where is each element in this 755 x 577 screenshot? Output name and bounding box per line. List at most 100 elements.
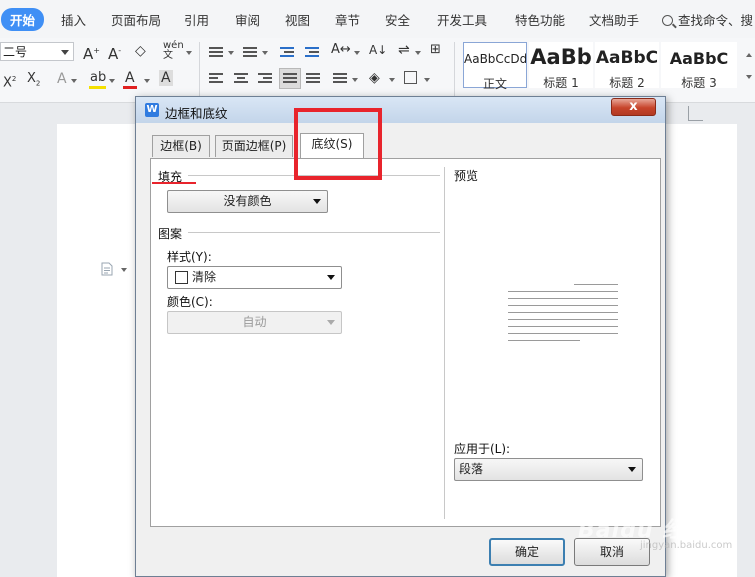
menu-tab-doc-assistant[interactable]: 文档助手 — [589, 10, 639, 29]
style-normal[interactable]: AaBbCcDd 正文 — [463, 42, 527, 91]
justify-icon — [283, 72, 297, 84]
preview-line — [508, 340, 580, 341]
shrink-font-icon[interactable]: A- — [108, 43, 121, 62]
style-label: 正文 — [482, 77, 507, 91]
preview-line — [508, 291, 618, 292]
pattern-section-label: 图案 — [158, 227, 183, 241]
menu-tab-references[interactable]: 引用 — [184, 10, 209, 29]
distribute-icon[interactable] — [306, 72, 320, 84]
command-search[interactable]: 查找命令、搜 — [662, 10, 753, 29]
paragraph-shading-icon[interactable]: ◈ — [369, 70, 380, 86]
tab-page-borders[interactable]: 页面边框(P) — [215, 135, 293, 157]
chevron-down-icon[interactable] — [186, 51, 192, 55]
chevron-down-icon[interactable] — [746, 75, 752, 79]
chevron-down-icon[interactable] — [228, 51, 234, 55]
pattern-color-label: 颜色(C): — [167, 295, 213, 309]
chevron-down-icon[interactable] — [389, 78, 395, 82]
text-direction-icon[interactable]: A↔ — [331, 42, 351, 58]
line-tools-icon[interactable]: ⇌ — [398, 42, 410, 58]
fill-color-dropdown[interactable]: 没有颜色 — [167, 190, 328, 213]
pattern-style-value: 清除 — [192, 270, 217, 284]
menu-tab-view[interactable]: 视图 — [285, 10, 310, 29]
numbered-list-icon[interactable] — [243, 46, 257, 58]
preview-line — [574, 284, 618, 285]
dialog-titlebar[interactable]: W 边框和底纹 x — [136, 97, 665, 123]
highlight-annotation-box — [294, 108, 382, 180]
chevron-down-icon[interactable] — [144, 79, 150, 83]
align-left-icon[interactable] — [209, 72, 223, 84]
menu-tab-chapter[interactable]: 章节 — [335, 10, 360, 29]
chevron-down-icon[interactable] — [352, 78, 358, 82]
sort-icon[interactable]: A↓ — [369, 42, 387, 58]
phonetic-guide-icon[interactable]: wén 文 — [163, 41, 184, 61]
style-label: 标题 2 — [609, 76, 645, 90]
subscript-icon[interactable]: X2 — [27, 71, 40, 92]
tab-borders[interactable]: 边框(B) — [152, 135, 210, 157]
line-spacing-icon[interactable] — [333, 72, 347, 84]
align-center-icon[interactable] — [234, 72, 248, 84]
clear-format-icon[interactable]: ◇ — [135, 43, 146, 59]
menu-tab-security[interactable]: 安全 — [385, 10, 410, 29]
wps-logo-icon: W — [145, 103, 159, 117]
fill-color-value: 没有颜色 — [223, 194, 272, 208]
paragraph-layout-icon[interactable] — [101, 262, 113, 276]
preview-line — [508, 333, 618, 334]
close-icon: x — [629, 99, 638, 114]
chevron-down-icon[interactable] — [109, 79, 115, 83]
pattern-color-dropdown[interactable]: 自动 — [167, 311, 342, 334]
ribbon: 二号 A+ A- ◇ wén 文 X2 X2 A ab A A A↔ A↓ ⇌ ⊞… — [0, 38, 755, 103]
font-size-value: 二号 — [3, 45, 28, 59]
panel-divider — [444, 167, 445, 519]
char-shading-icon[interactable]: A — [159, 70, 173, 86]
chevron-down-icon[interactable] — [262, 51, 268, 55]
text-effect-icon[interactable]: A — [57, 71, 67, 87]
menu-bar: 开始 插入 页面布局 引用 审阅 视图 章节 安全 开发工具 特色功能 文档助手… — [0, 0, 755, 38]
style-sample: AaBbC — [595, 48, 659, 68]
pattern-color-value: 自动 — [242, 315, 267, 329]
borders-icon[interactable] — [404, 71, 417, 84]
font-size-select[interactable]: 二号 — [0, 42, 74, 61]
apply-to-dropdown[interactable]: 段落 — [454, 458, 643, 481]
bullet-list-icon[interactable] — [209, 46, 223, 58]
close-button[interactable]: x — [611, 98, 656, 116]
style-heading-1[interactable]: AaBb 标题 1 — [529, 42, 593, 90]
preview-line — [508, 326, 618, 327]
chevron-down-icon[interactable] — [354, 51, 360, 55]
superscript-icon[interactable]: X2 — [3, 71, 16, 91]
apply-to-value: 段落 — [459, 462, 484, 476]
highlight-color-bar — [89, 86, 106, 89]
chevron-down-icon[interactable] — [121, 268, 127, 272]
menu-tab-page-layout[interactable]: 页面布局 — [111, 10, 161, 29]
font-color-bar — [123, 86, 137, 89]
grow-font-icon[interactable]: A+ — [83, 43, 100, 62]
chevron-down-icon[interactable] — [71, 79, 77, 83]
style-gallery-scroll[interactable] — [740, 42, 754, 88]
chevron-down-icon[interactable] — [415, 51, 421, 55]
decrease-indent-icon[interactable] — [280, 46, 294, 58]
menu-tab-developer[interactable]: 开发工具 — [437, 10, 487, 29]
style-heading-2[interactable]: AaBbC 标题 2 — [595, 42, 659, 90]
style-heading-3[interactable]: AaBbC 标题 3 — [661, 42, 737, 90]
menu-tab-special-features[interactable]: 特色功能 — [515, 10, 565, 29]
increase-indent-icon[interactable] — [305, 46, 319, 58]
align-right-icon[interactable] — [258, 72, 272, 84]
section-divider — [188, 232, 440, 233]
pattern-style-dropdown[interactable]: 清除 — [167, 266, 342, 289]
chevron-down-icon — [628, 467, 636, 472]
highlight-annotation-underline — [152, 182, 196, 184]
borders-shading-dialog: W 边框和底纹 x 边框(B) 页面边框(P) 底纹(S) 填充 没有颜色 图案… — [135, 96, 666, 577]
highlight-icon[interactable]: ab — [90, 70, 106, 86]
justify-button[interactable] — [279, 68, 301, 89]
dialog-title: 边框和底纹 — [165, 106, 228, 121]
menu-tab-review[interactable]: 审阅 — [235, 10, 260, 29]
chevron-down-icon — [327, 320, 335, 325]
ok-button[interactable]: 确定 — [489, 538, 565, 566]
font-color-icon[interactable]: A — [125, 70, 135, 86]
chevron-up-icon[interactable] — [746, 53, 752, 57]
page-corner-mark — [688, 106, 703, 121]
table-icon[interactable]: ⊞ — [430, 42, 441, 58]
chevron-down-icon[interactable] — [424, 78, 430, 82]
chevron-down-icon — [327, 275, 335, 280]
menu-tab-insert[interactable]: 插入 — [61, 10, 86, 29]
menu-tab-home[interactable]: 开始 — [1, 8, 45, 31]
